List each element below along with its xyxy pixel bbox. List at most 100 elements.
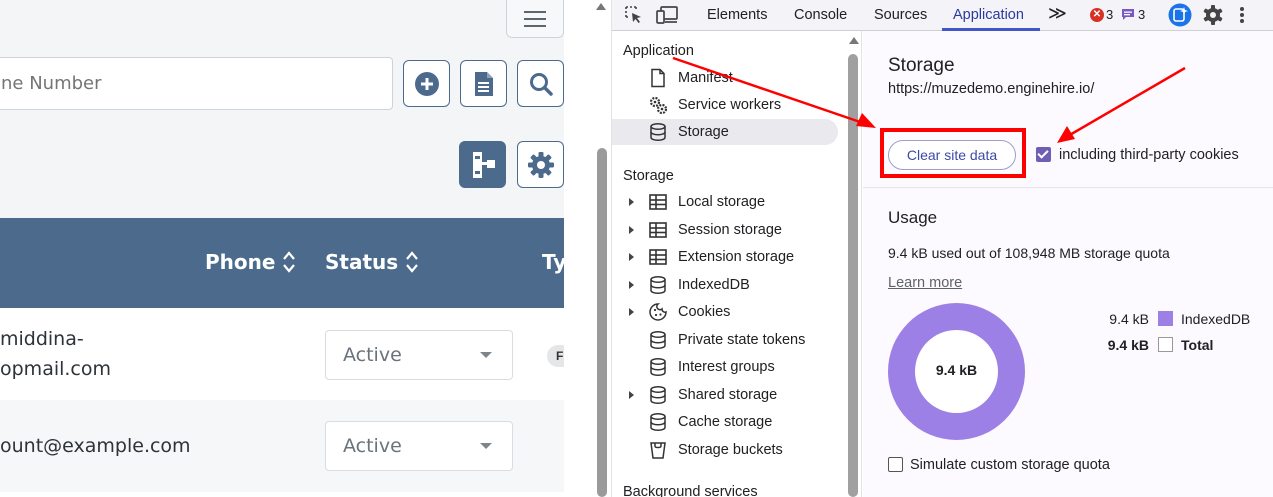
tab-sources[interactable]: Sources bbox=[874, 7, 927, 23]
table-icon bbox=[649, 222, 667, 238]
tab-application[interactable]: Application bbox=[953, 7, 1024, 23]
sidebar-section-application[interactable]: Application bbox=[623, 43, 694, 59]
legend-value: 9.4 kB bbox=[1109, 311, 1149, 327]
messages-badge[interactable]: 3 bbox=[1121, 7, 1145, 22]
expand-arrow-icon[interactable] bbox=[629, 198, 634, 206]
learn-more-link[interactable]: Learn more bbox=[888, 275, 962, 291]
sidebar-item-shared-storage[interactable]: Shared storage bbox=[612, 382, 838, 408]
clear-site-data-button[interactable]: Clear site data bbox=[888, 140, 1016, 170]
sidebar-item-label: IndexedDB bbox=[678, 277, 750, 293]
sidebar-item-label: Cache storage bbox=[678, 414, 773, 430]
usage-summary: 9.4 kB used out of 108,948 MB storage qu… bbox=[888, 245, 1170, 261]
table-header: Phone Status Ty bbox=[0, 218, 564, 308]
column-header-label: Phone bbox=[205, 250, 276, 274]
hamburger-icon bbox=[524, 10, 546, 13]
search-input[interactable] bbox=[0, 57, 393, 110]
page-title: Storage bbox=[888, 55, 955, 76]
database-icon bbox=[650, 275, 666, 295]
expand-arrow-icon[interactable] bbox=[629, 281, 634, 289]
status-select[interactable]: Active bbox=[325, 330, 513, 380]
chevron-down-icon bbox=[480, 443, 492, 449]
table-row[interactable]: ount@example.com Active bbox=[0, 400, 564, 492]
devtools-tabbar: Elements Console Sources Application ≫ ✕… bbox=[612, 0, 1273, 31]
errors-count: 3 bbox=[1106, 7, 1114, 22]
sidebar-item-cookies[interactable]: Cookies bbox=[612, 299, 838, 325]
gears-icon bbox=[649, 96, 668, 115]
sort-icon bbox=[283, 251, 296, 273]
email-cell: ount@example.com bbox=[0, 431, 191, 461]
sidebar-section-background-services[interactable]: Background services bbox=[623, 484, 758, 497]
errors-badge[interactable]: ✕ 3 bbox=[1090, 7, 1113, 22]
sidebar-item-label: Storage bbox=[678, 124, 729, 140]
table-row[interactable]: middina- opmail.com Active bbox=[0, 308, 564, 400]
email-text: middina- bbox=[0, 328, 84, 350]
column-header-type[interactable]: Ty bbox=[542, 250, 564, 274]
error-icon: ✕ bbox=[1090, 7, 1104, 22]
column-header-phone[interactable]: Phone bbox=[205, 250, 296, 274]
add-button[interactable] bbox=[403, 60, 450, 107]
document-icon bbox=[474, 71, 493, 96]
message-icon bbox=[1122, 9, 1134, 20]
more-tabs-button[interactable]: ≫ bbox=[1048, 3, 1067, 24]
more-options-icon[interactable] bbox=[1238, 5, 1246, 25]
expand-arrow-icon[interactable] bbox=[629, 253, 634, 261]
scrollbar-thumb[interactable] bbox=[848, 54, 858, 497]
sidebar-item-service-workers[interactable]: Service workers bbox=[612, 92, 838, 118]
sidebar-item-label: Service workers bbox=[678, 97, 782, 113]
scrollbar-thumb[interactable] bbox=[597, 148, 607, 497]
simulate-quota-label[interactable]: Simulate custom storage quota bbox=[910, 457, 1110, 473]
sidebar-item-label: Local storage bbox=[678, 194, 766, 210]
status-select[interactable]: Active bbox=[325, 421, 513, 471]
hierarchy-view-button[interactable] bbox=[459, 141, 506, 188]
simulate-quota-checkbox[interactable] bbox=[888, 457, 903, 472]
scroll-up-icon[interactable] bbox=[849, 37, 859, 44]
database-icon bbox=[650, 357, 666, 377]
hamburger-icon bbox=[524, 24, 546, 27]
sidebar-item-storage[interactable]: Storage bbox=[612, 119, 838, 145]
chevron-down-icon bbox=[480, 352, 492, 358]
sidebar-item-session-storage[interactable]: Session storage bbox=[612, 217, 838, 243]
divider bbox=[863, 187, 1273, 188]
report-button[interactable] bbox=[460, 60, 507, 107]
hamburger-icon bbox=[524, 17, 546, 20]
table-icon bbox=[649, 249, 667, 265]
sidebar-section-storage[interactable]: Storage bbox=[623, 168, 674, 184]
sidebar-item-label: Manifest bbox=[678, 70, 733, 86]
sidebar-item-indexeddb[interactable]: IndexedDB bbox=[612, 272, 838, 298]
third-party-cookies-label[interactable]: including third-party cookies bbox=[1059, 147, 1239, 163]
sidebar-item-storage-buckets[interactable]: Storage buckets bbox=[612, 437, 838, 463]
sidebar-item-manifest[interactable]: Manifest bbox=[612, 65, 838, 91]
expand-arrow-icon[interactable] bbox=[629, 308, 634, 316]
settings-gear-icon[interactable] bbox=[1202, 4, 1224, 26]
sidebar-item-private-state-tokens[interactable]: Private state tokens bbox=[612, 327, 838, 353]
sidebar-item-cache-storage[interactable]: Cache storage bbox=[612, 409, 838, 435]
application-sidebar: Application Manifest Service workers Sto… bbox=[612, 31, 863, 497]
sidebar-item-label: Shared storage bbox=[678, 387, 778, 403]
sidebar-item-extension-storage[interactable]: Extension storage bbox=[612, 244, 838, 270]
database-icon bbox=[650, 385, 666, 405]
sidebar-item-label: Extension storage bbox=[678, 249, 795, 265]
ai-assistant-icon[interactable] bbox=[1168, 3, 1192, 27]
column-header-status[interactable]: Status bbox=[325, 250, 419, 274]
tab-console[interactable]: Console bbox=[794, 7, 847, 23]
sidebar-scrollbar[interactable] bbox=[846, 31, 862, 497]
search-button[interactable] bbox=[517, 60, 564, 107]
gear-icon bbox=[527, 151, 554, 178]
third-party-cookies-checkbox[interactable] bbox=[1036, 147, 1051, 162]
device-toolbar-icon[interactable] bbox=[656, 5, 680, 25]
usage-donut-chart: 9.4 kB bbox=[888, 303, 1025, 440]
hamburger-menu-button[interactable] bbox=[506, 0, 564, 38]
page-scrollbar[interactable] bbox=[564, 0, 612, 497]
expand-arrow-icon[interactable] bbox=[629, 226, 634, 234]
sidebar-item-interest-groups[interactable]: Interest groups bbox=[612, 354, 838, 380]
table-row[interactable] bbox=[0, 492, 564, 497]
tab-elements[interactable]: Elements bbox=[707, 7, 767, 23]
expand-arrow-icon[interactable] bbox=[629, 391, 634, 399]
sidebar-item-local-storage[interactable]: Local storage bbox=[612, 189, 838, 215]
email-text: ount@example.com bbox=[0, 435, 191, 457]
inspect-element-icon[interactable] bbox=[624, 5, 644, 25]
scroll-up-icon[interactable] bbox=[596, 3, 606, 10]
donut-center-label: 9.4 kB bbox=[935, 362, 978, 378]
settings-button[interactable] bbox=[517, 141, 564, 188]
file-icon bbox=[651, 68, 665, 88]
